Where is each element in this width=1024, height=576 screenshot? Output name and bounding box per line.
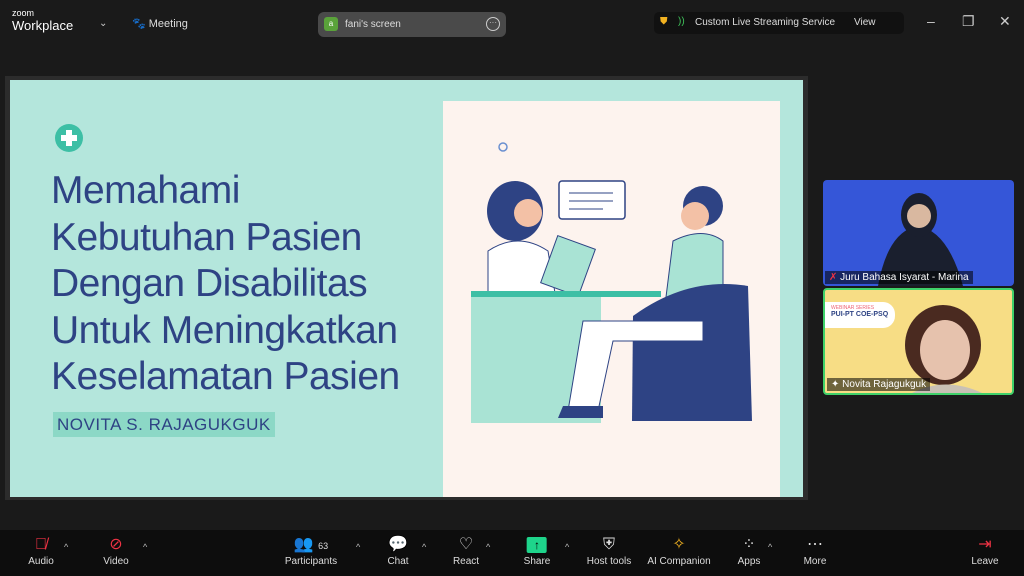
illustration-panel [443, 101, 780, 497]
title-line: Kebutuhan Pasien [51, 215, 362, 259]
slide-title: Memahami Kebutuhan Pasien Dengan Disabil… [51, 168, 400, 401]
participant-video-tile[interactable]: WEBINAR SERIES PUI-PT COE-PSQ ✦ Novita Ra… [823, 288, 1014, 395]
participants-icon: 👥 63 [293, 536, 329, 553]
react-label: React [452, 556, 480, 567]
apps-caret[interactable]: ^ [768, 542, 772, 552]
participants-button[interactable]: 👥 63 Participants [285, 534, 337, 567]
mic-muted-icon: ✗ [829, 272, 838, 283]
live-icon: )) [678, 16, 685, 27]
zoom-logo: zoom Workplace [12, 8, 74, 33]
leave-button[interactable]: ⇥ Leave [971, 534, 998, 567]
participants-count: 63 [318, 541, 329, 551]
more-options-icon[interactable]: ··· [486, 17, 500, 31]
participant-name: ✗ Juru Bahasa Isyarat - Marina [825, 271, 973, 284]
video-options-caret[interactable]: ^ [143, 542, 147, 552]
logo-big: Workplace [12, 18, 74, 33]
host-tools-button[interactable]: ⛨ Host tools [587, 534, 631, 567]
meeting-button[interactable]: 🐾 Meeting [132, 17, 188, 30]
sparkle-icon: ✧ [672, 536, 686, 553]
restore-icon[interactable]: ❐ [962, 13, 975, 30]
chevron-down-icon[interactable]: ⌄ [99, 18, 107, 29]
meeting-label: Meeting [148, 18, 188, 30]
presenter-name: NOVITA S. RAJAGUKGUK [53, 412, 275, 437]
leave-label: Leave [971, 556, 999, 567]
share-caret[interactable]: ^ [565, 542, 569, 552]
chat-button[interactable]: 💬 Chat [387, 534, 408, 567]
stream-label: Custom Live Streaming Service [695, 17, 836, 28]
video-button[interactable]: ⊘ Video [103, 534, 128, 567]
shield-icon: ⛊ [660, 16, 668, 27]
apps-label: Apps [737, 556, 761, 567]
medical-cross-icon [55, 124, 83, 152]
streaming-status[interactable]: ⛊ )) Custom Live Streaming Service View [654, 12, 904, 34]
audio-button[interactable]: 🎙̸ Audio [28, 534, 54, 567]
video-off-icon: ⊘ [109, 536, 123, 553]
chat-label: Chat [387, 556, 409, 567]
doctor-patient-illustration [471, 142, 752, 423]
more-label: More [803, 556, 827, 567]
shield-icon: ⛨ [602, 536, 615, 553]
chat-icon: 💬 [388, 536, 408, 553]
top-bar: zoom Workplace ⌄ 🐾 Meeting a fani's scree… [0, 0, 1024, 42]
meeting-toolbar: 🎙̸ Audio ^ ⊘ Video ^ 👥 63 Participants ^ 💬 C… [0, 530, 1024, 576]
title-line: Memahami [51, 169, 240, 212]
screen-label: fani's screen [345, 19, 401, 30]
more-button[interactable]: ⋯ More [804, 534, 827, 567]
screen-share-pill[interactable]: a fani's screen ··· [318, 12, 506, 37]
audio-label: Audio [28, 556, 54, 567]
participants-caret[interactable]: ^ [356, 542, 360, 552]
heart-icon: ♡ [458, 536, 474, 553]
share-button[interactable]: ↑ Share [523, 534, 551, 567]
share-label: Share [523, 556, 551, 567]
minimize-icon[interactable]: – [927, 13, 935, 29]
video-label: Video [103, 556, 129, 567]
participant-name: ✦ Novita Rajagukguk [827, 378, 931, 391]
title-line: Dengan Disabilitas [51, 262, 368, 305]
chat-caret[interactable]: ^ [422, 542, 426, 552]
react-caret[interactable]: ^ [486, 542, 490, 552]
name-text: Novita Rajagukguk [842, 379, 927, 390]
title-line: Keselamatan Pasien [51, 355, 400, 398]
audio-options-caret[interactable]: ^ [64, 542, 68, 552]
share-icon: ↑ [524, 534, 551, 556]
ai-companion-label: AI Companion [647, 556, 711, 567]
react-button[interactable]: ♡ React [453, 534, 479, 567]
participants-label: Participants [284, 556, 338, 567]
apps-button[interactable]: ⁘ Apps [738, 534, 761, 567]
apps-icon: ⁘ [742, 536, 756, 553]
pin-icon: ✦ [831, 379, 840, 390]
close-icon[interactable]: ✕ [999, 13, 1011, 30]
host-tools-label: Host tools [586, 556, 632, 567]
avatar: a [324, 17, 338, 31]
title-line: Untuk Meningkatkan [51, 308, 398, 352]
name-text: Juru Bahasa Isyarat - Marina [840, 272, 969, 283]
paw-icon: 🐾 [132, 18, 146, 30]
more-icon: ⋯ [806, 536, 823, 553]
view-button[interactable]: View [854, 17, 876, 28]
presentation-slide: Memahami Kebutuhan Pasien Dengan Disabil… [10, 80, 803, 497]
logo-small: zoom [12, 8, 35, 18]
participant-video-tile[interactable]: ✗ Juru Bahasa Isyarat - Marina [823, 180, 1014, 286]
mic-muted-icon: 🎙̸ [34, 536, 47, 553]
ai-companion-button[interactable]: ✧ AI Companion [647, 534, 710, 567]
leave-icon: ⇥ [978, 536, 992, 553]
